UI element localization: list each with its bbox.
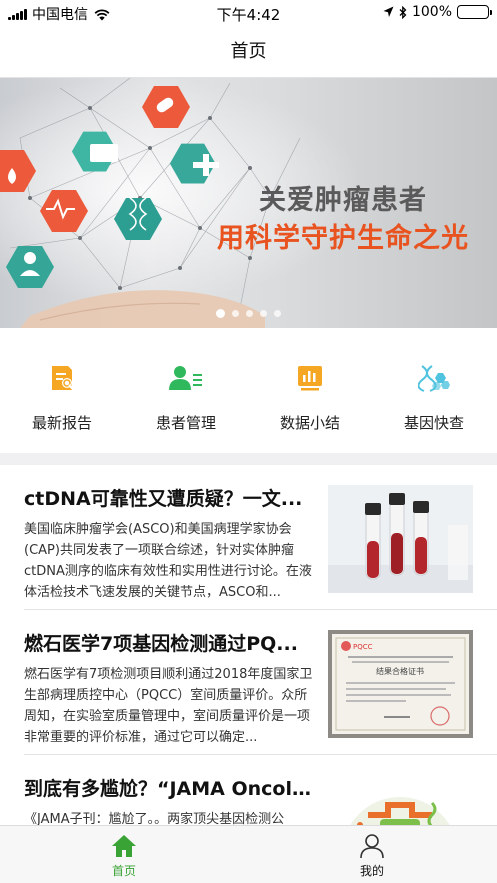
section-divider xyxy=(0,453,497,465)
menu-label: 患者管理 xyxy=(155,414,216,432)
blood-tubes-image xyxy=(328,485,473,593)
menu-data-summary[interactable]: 数据小结 xyxy=(248,328,372,453)
menu-patient-management[interactable]: 患者管理 xyxy=(124,328,248,453)
article-summary: 《JAMA子刊：尴尬了。。两家顶尖基因检测公 xyxy=(24,812,285,825)
page-title: 首页 xyxy=(230,41,267,62)
article-title: 燃石医学7项基因检测通过PQ... xyxy=(24,633,298,655)
nav-bar: 首页 xyxy=(0,26,497,78)
battery-icon xyxy=(457,5,492,19)
menu-latest-reports[interactable]: 最新报告 xyxy=(0,328,124,453)
carousel-dot[interactable] xyxy=(232,310,239,317)
tab-label: 首页 xyxy=(111,864,136,878)
banner-carousel[interactable]: 关爱肿瘤患者 用科学守护生命之光 xyxy=(0,78,497,328)
banner-headline: 关爱肿瘤患者 xyxy=(259,185,427,216)
gene-icon xyxy=(417,361,451,395)
article-item[interactable]: 到底有多尴尬？“JAMA Oncol... 《JAMA子刊：尴尬了。。两家顶尖基… xyxy=(0,755,497,825)
data-chart-icon xyxy=(293,361,327,395)
banner-subheadline: 用科学守护生命之光 xyxy=(217,223,469,254)
article-title: 到底有多尴尬？“JAMA Oncol... xyxy=(24,778,312,800)
article-summary: 燃石医学有7项检测项目顺利通过2018年度国家卫生部病理质控中心（PQCC）室间… xyxy=(24,667,313,745)
home-icon xyxy=(112,835,136,857)
certificate-logo: PQCC xyxy=(353,643,373,651)
menu-label: 数据小结 xyxy=(279,414,340,432)
carousel-dot[interactable] xyxy=(260,310,267,317)
carousel-page-indicator[interactable] xyxy=(0,309,497,318)
gene-illustration-image xyxy=(328,775,473,825)
menu-label: 最新报告 xyxy=(31,414,92,432)
menu-gene-lookup[interactable]: 基因快查 xyxy=(372,328,496,453)
carousel-dot[interactable] xyxy=(246,310,253,317)
patient-icon xyxy=(169,361,203,395)
tab-profile[interactable]: 我的 xyxy=(248,826,496,883)
article-feed[interactable]: ctDNA可靠性又遭质疑？一文... 美国临床肿瘤学会(ASCO)和美国病理学家… xyxy=(0,465,497,825)
article-item[interactable]: 燃石医学7项基因检测通过PQ... 燃石医学有7项检测项目顺利通过2018年度国… xyxy=(0,610,497,755)
certificate-heading: 结果合格证书 xyxy=(376,666,424,676)
certificate-image: PQCC 结果合格证书 xyxy=(328,630,473,738)
article-summary: 美国临床肿瘤学会(ASCO)和美国病理学家协会(CAP)共同发表了一项联合综述，… xyxy=(24,522,312,600)
carousel-dot[interactable] xyxy=(216,309,225,318)
article-item[interactable]: ctDNA可靠性又遭质疑？一文... 美国临床肿瘤学会(ASCO)和美国病理学家… xyxy=(0,465,497,610)
menu-label: 基因快查 xyxy=(403,414,464,432)
quick-menu: 最新报告 患者管理 数据小结 基因快查 xyxy=(0,328,497,453)
location-arrow-icon xyxy=(383,6,394,17)
article-title: ctDNA可靠性又遭质疑？一文... xyxy=(24,488,303,510)
profile-icon xyxy=(360,834,384,859)
status-right: 100% xyxy=(383,4,492,20)
bluetooth-icon xyxy=(399,5,407,19)
status-bar: 中国电信 下午4:42 100% xyxy=(0,0,497,26)
tab-home[interactable]: 首页 xyxy=(0,826,248,883)
carousel-dot[interactable] xyxy=(274,310,281,317)
battery-percent: 100% xyxy=(411,4,452,20)
report-icon xyxy=(45,361,79,395)
tab-label: 我的 xyxy=(359,864,384,878)
tab-bar: 首页 我的 xyxy=(0,825,497,883)
